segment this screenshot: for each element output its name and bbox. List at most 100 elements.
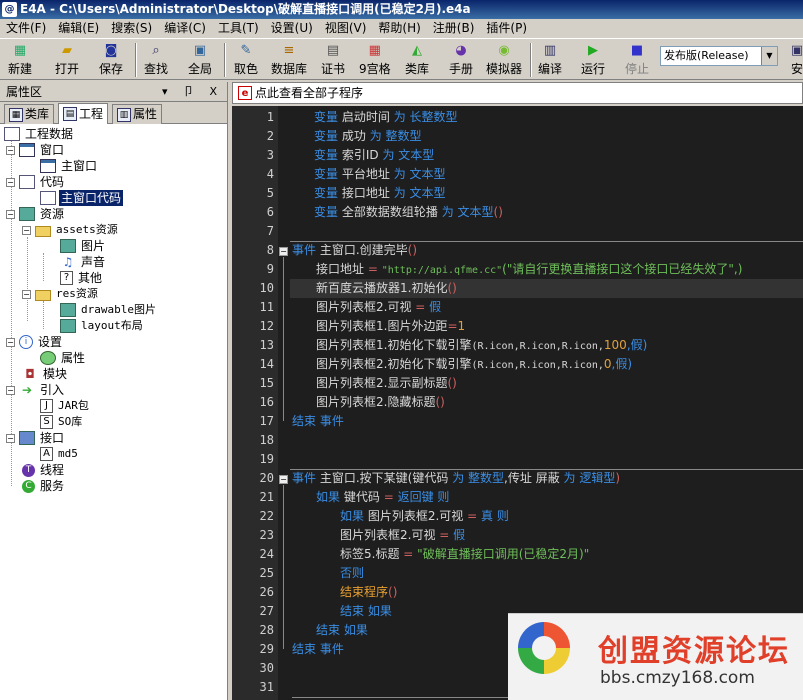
tree-drawable[interactable]: drawable图片 — [60, 302, 158, 318]
database-button[interactable]: ≡ 数据库 — [271, 41, 307, 79]
tree-image[interactable]: 图片 — [60, 238, 107, 254]
tree-res[interactable]: − res资源 — [22, 286, 100, 302]
window-icon — [19, 143, 35, 157]
collapse-icon[interactable]: − — [6, 337, 15, 347]
fold-guide — [283, 485, 284, 649]
manual-icon: ◕ — [455, 43, 467, 58]
image-icon — [60, 303, 76, 317]
pick-color-button[interactable]: ✎ 取色 — [234, 41, 258, 79]
menu-settings[interactable]: 设置(U) — [265, 19, 319, 38]
code-line-14: 图片列表框2.初始化下载引擎(R.icon,R.icon,R.icon,0,假) — [316, 357, 633, 371]
tab-project[interactable]: ▤ 工程 — [58, 103, 109, 124]
stop-button[interactable]: ■ 停止 — [625, 41, 649, 79]
tree-so[interactable]: S SO库 — [40, 414, 84, 430]
tree-settings[interactable]: − i 设置 — [6, 334, 64, 350]
collapse-icon[interactable]: − — [6, 385, 15, 395]
layout-icon — [60, 319, 76, 333]
android-icon: ◉ — [498, 43, 510, 58]
code-editor[interactable]: 1 2 3 4 5 6 7 8 9 10 11 12 13 14 15 16 1… — [232, 106, 803, 700]
tree-attributes[interactable]: 属性 — [40, 350, 87, 366]
panel-controls[interactable]: ▾ 卩 X — [162, 82, 223, 102]
save-icon: ◙ — [104, 43, 118, 58]
open-button[interactable]: ▰ 打开 — [55, 41, 79, 79]
tree-md5[interactable]: Amd5 — [40, 446, 80, 462]
code-line-10: 新百度云播放器1.初始化() — [316, 281, 457, 295]
menu-tools[interactable]: 工具(T) — [212, 19, 265, 38]
menu-plugins[interactable]: 插件(P) — [480, 19, 533, 38]
line-number: 21 — [259, 490, 274, 504]
menu-help[interactable]: 帮助(H) — [372, 19, 426, 38]
tree-service[interactable]: C 服务 — [22, 478, 66, 494]
tree-sound[interactable]: ♫ 声音 — [60, 254, 107, 270]
line-number-gutter: 1 2 3 4 5 6 7 8 9 10 11 12 13 14 15 16 1… — [232, 106, 278, 700]
chevron-down-icon[interactable]: ▼ — [761, 47, 777, 65]
menu-compile[interactable]: 编译(C) — [158, 19, 212, 38]
build-mode-value: 发布版(Release) — [664, 49, 749, 62]
fold-toggle-icon[interactable]: − — [279, 247, 288, 256]
save-button[interactable]: ◙ 保存 — [99, 41, 123, 79]
tab-properties[interactable]: ▥ 属性 — [112, 104, 163, 124]
play-icon: ▶ — [588, 43, 598, 58]
folder-icon — [35, 225, 51, 237]
tree-thread[interactable]: T 线程 — [22, 462, 66, 478]
collapse-icon[interactable]: − — [6, 145, 15, 155]
code-file-icon — [40, 191, 56, 205]
install-button[interactable]: ▣ 安 — [788, 41, 803, 79]
code-line-29: 结束 事件 — [292, 642, 344, 656]
tree-code[interactable]: − 代码 — [6, 174, 66, 190]
grid9-button[interactable]: ▦ 9宫格 — [359, 41, 391, 79]
property-panel: 属性区 ▾ 卩 X ▦ 类库 ▤ 工程 ▥ 属性 工程数据 − 窗口 主窗口 − 代码 主… — [0, 82, 228, 700]
tab-library[interactable]: ▦ 类库 — [4, 104, 55, 124]
image-icon — [60, 239, 76, 253]
run-button[interactable]: ▶ 运行 — [581, 41, 605, 79]
tree-import[interactable]: − ➔ 引入 — [6, 382, 66, 398]
build-mode-select[interactable]: 发布版(Release) ▼ — [660, 46, 778, 66]
tree-module[interactable]: ◘ 模块 — [22, 366, 69, 382]
menu-edit[interactable]: 编辑(E) — [52, 19, 105, 38]
find-button[interactable]: ⌕ 查找 — [144, 41, 168, 79]
tree-interface[interactable]: − 接口 — [6, 430, 66, 446]
collapse-icon[interactable]: − — [6, 177, 15, 187]
menu-file[interactable]: 文件(F) — [0, 19, 52, 38]
code-line-16: 图片列表框2.隐藏标题() — [316, 395, 445, 409]
line-number: 22 — [259, 509, 274, 523]
tree-main-window[interactable]: 主窗口 — [40, 158, 99, 174]
emulator-button[interactable]: ◉ 模拟器 — [486, 41, 522, 79]
new-button[interactable]: ▦ 新建 — [8, 41, 32, 79]
line-number: 24 — [259, 547, 274, 561]
tree-main-window-code[interactable]: 主窗口代码 — [40, 190, 124, 206]
collapse-icon[interactable]: − — [6, 209, 15, 219]
eyedropper-icon: ✎ — [240, 43, 252, 58]
tree-assets[interactable]: − assets资源 — [22, 222, 120, 238]
tree-resources[interactable]: − 资源 — [6, 206, 66, 222]
fold-toggle-icon[interactable]: − — [279, 475, 288, 484]
line-number: 31 — [259, 680, 274, 694]
subroutine-dropdown[interactable]: e 点此查看全部子程序 — [232, 82, 803, 104]
menu-view[interactable]: 视图(V) — [319, 19, 373, 38]
code-line-4: 变量 平台地址 为 文本型 — [314, 167, 446, 181]
collapse-icon[interactable]: − — [22, 225, 31, 235]
tree-layout[interactable]: layout布局 — [60, 318, 145, 334]
tree-jar[interactable]: J JAR包 — [40, 398, 91, 414]
code-line-9: 接口地址 = "http://api.qfme.cc"("请自行更换直播接口这个… — [316, 262, 743, 276]
md5-file-icon: A — [40, 447, 53, 461]
menu-search[interactable]: 搜索(S) — [105, 19, 158, 38]
tree-other[interactable]: ? 其他 — [60, 270, 104, 286]
tree-window[interactable]: − 窗口 — [6, 142, 66, 158]
compile-button[interactable]: ▥ 编译 — [538, 41, 562, 79]
line-number: 30 — [259, 661, 274, 675]
window-icon — [40, 159, 56, 173]
library-button[interactable]: ◭ 类库 — [405, 41, 429, 79]
code-line-5: 变量 接口地址 为 文本型 — [314, 186, 446, 200]
manual-button[interactable]: ◕ 手册 — [449, 41, 473, 79]
menu-register[interactable]: 注册(B) — [427, 19, 481, 38]
tree-root[interactable]: 工程数据 — [4, 126, 75, 142]
code-line-21: 如果 键代码 = 返回键 则 — [316, 490, 450, 504]
collapse-icon[interactable]: − — [22, 289, 31, 299]
code-line-20: 事件 主窗口.按下某键(键代码 为 整数型,传址 屏蔽 为 逻辑型) — [292, 471, 621, 485]
collapse-icon[interactable]: − — [6, 433, 15, 443]
menu-bar: 文件(F) 编辑(E) 搜索(S) 编译(C) 工具(T) 设置(U) 视图(V… — [0, 19, 803, 38]
forum-logo-icon — [518, 622, 570, 674]
global-find-button[interactable]: ▣ 全局 — [188, 41, 212, 79]
certificate-button[interactable]: ▤ 证书 — [321, 41, 345, 79]
